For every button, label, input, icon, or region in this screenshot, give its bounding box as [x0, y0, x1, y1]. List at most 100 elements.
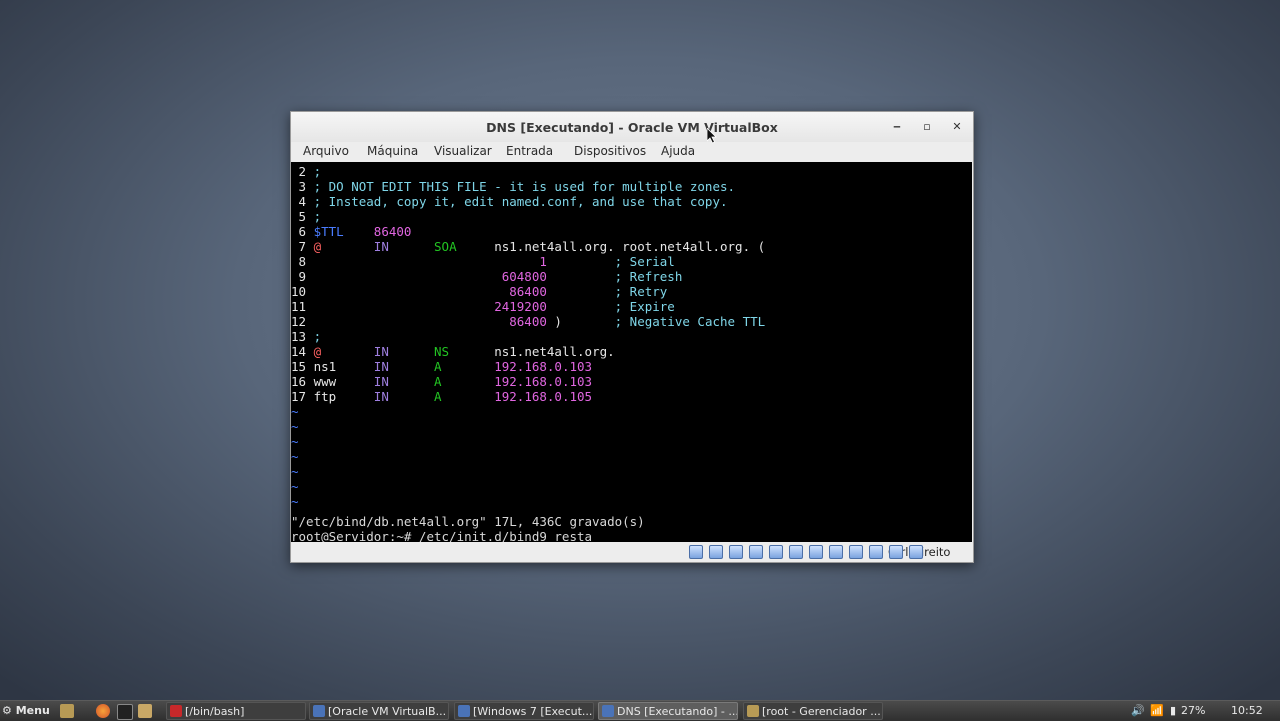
code-token: ns1.net4all.org.: [449, 344, 615, 359]
line-number: 2: [291, 164, 307, 179]
menu-visualizar[interactable]: Visualizar: [434, 144, 492, 158]
line-number: 13: [291, 329, 307, 344]
cpu-icon[interactable]: [869, 545, 883, 559]
folder-icon[interactable]: [138, 704, 152, 718]
vim-line: 13 ;: [291, 329, 321, 344]
code-token: ftp: [306, 389, 337, 404]
code-token: ): [546, 314, 562, 329]
taskbar-task-3[interactable]: [Windows 7 [Execut...: [454, 702, 594, 720]
hard-disk-icon[interactable]: [689, 545, 703, 559]
line-number: 7: [291, 239, 307, 254]
code-token: ; Refresh: [546, 269, 683, 284]
vim-line: 12 86400 ) ; Negative Cache TTL: [291, 314, 765, 329]
vim-empty-line-tilde: ~: [291, 434, 299, 449]
guest-additions-icon[interactable]: [909, 545, 923, 559]
shared-folders-icon[interactable]: [789, 545, 803, 559]
code-token: ; Serial: [546, 254, 675, 269]
menu-arquivo[interactable]: Arquivo: [303, 144, 349, 158]
line-number: 6: [291, 224, 307, 239]
code-token: ; DO NOT EDIT THIS FILE - it is used for…: [306, 179, 736, 194]
menubar: Arquivo Máquina Visualizar Entrada Dispo…: [291, 142, 973, 162]
code-token: ;: [306, 164, 322, 179]
battery-icon[interactable]: ▮: [1170, 704, 1176, 717]
wifi-icon[interactable]: 📶: [1150, 704, 1164, 717]
vim-empty-line-tilde: ~: [291, 464, 299, 479]
network-icon[interactable]: [749, 545, 763, 559]
vim-status-line: "/etc/bind/db.net4all.org" 17L, 436C gra…: [291, 514, 645, 529]
clock[interactable]: 10:52: [1231, 704, 1263, 717]
audio-icon[interactable]: [729, 545, 743, 559]
menu-ajuda[interactable]: Ajuda: [661, 144, 695, 158]
mouse-integration-icon[interactable]: [889, 545, 903, 559]
code-token: A: [388, 389, 442, 404]
usb-icon[interactable]: [769, 545, 783, 559]
taskbar-task-label: [/bin/bash]: [185, 705, 245, 718]
file-manager-icon[interactable]: [60, 704, 74, 718]
code-token: 192.168.0.105: [441, 389, 593, 404]
file-manager-icon: [747, 705, 759, 717]
vim-line: 10 86400 ; Retry: [291, 284, 667, 299]
code-token: IN: [336, 374, 389, 389]
line-number: 9: [291, 269, 307, 284]
close-button[interactable]: ✕: [949, 119, 965, 135]
code-token: A: [388, 374, 442, 389]
virtualbox-window[interactable]: DNS [Executando] - Oracle VM VirtualBox …: [290, 111, 974, 563]
video-capture-icon[interactable]: [829, 545, 843, 559]
code-token: 86400: [306, 314, 547, 329]
vim-line: 17 ftp IN A 192.168.0.105: [291, 389, 592, 404]
code-token: IN: [321, 344, 389, 359]
window-titlebar[interactable]: DNS [Executando] - Oracle VM VirtualBox …: [291, 112, 973, 142]
line-number: 8: [291, 254, 307, 269]
code-token: ; Negative Cache TTL: [561, 314, 766, 329]
vim-empty-line-tilde: ~: [291, 419, 299, 434]
minimize-button[interactable]: ‒: [889, 119, 905, 135]
vim-empty-line-tilde: ~: [291, 479, 299, 494]
virtualbox-icon: [313, 705, 325, 717]
taskbar-task-1[interactable]: [/bin/bash]: [166, 702, 306, 720]
mouse-pointer-icon: [707, 128, 717, 144]
line-number: 5: [291, 209, 307, 224]
optical-drive-icon[interactable]: [709, 545, 723, 559]
code-token: ; Instead, copy it, edit named.conf, and…: [306, 194, 728, 209]
vim-line: 8 1 ; Serial: [291, 254, 675, 269]
maximize-button[interactable]: ▫: [919, 119, 935, 135]
menu-entrada[interactable]: Entrada: [506, 144, 553, 158]
terminal-icon[interactable]: [117, 704, 133, 720]
line-number: 3: [291, 179, 307, 194]
menu-maquina[interactable]: Máquina: [367, 144, 418, 158]
line-number: 17: [291, 389, 307, 404]
vm-terminal-screen[interactable]: "/etc/bind/db.net4all.org" 17L, 436C gra…: [291, 162, 972, 544]
menu-dispositivos[interactable]: Dispositivos: [574, 144, 646, 158]
code-token: IN: [321, 239, 389, 254]
code-token: ns1: [306, 359, 337, 374]
code-token: ;: [306, 329, 322, 344]
code-token: 86400: [306, 284, 547, 299]
firefox-icon[interactable]: [96, 704, 110, 718]
code-token: 86400: [343, 224, 412, 239]
recording-icon[interactable]: [849, 545, 863, 559]
start-menu-button[interactable]: ⚙ Menu: [2, 704, 50, 717]
vim-line: 11 2419200 ; Expire: [291, 299, 675, 314]
vim-line: 3 ; DO NOT EDIT THIS FILE - it is used f…: [291, 179, 736, 194]
vim-line: 16 www IN A 192.168.0.103: [291, 374, 592, 389]
code-token: A: [388, 359, 442, 374]
code-token: www: [306, 374, 337, 389]
code-token: @: [306, 344, 322, 359]
virtualbox-icon: [458, 705, 470, 717]
sound-icon[interactable]: 🔊: [1131, 704, 1145, 717]
vm-statusbar: Ctrl Direito: [291, 542, 973, 562]
vim-empty-line-tilde: ~: [291, 449, 299, 464]
line-number: 11: [291, 299, 307, 314]
code-token: ; Retry: [546, 284, 668, 299]
code-token: 192.168.0.103: [441, 374, 593, 389]
taskbar: ⚙ Menu 🔊 📶 ▮ 27% 10:52 [/bin/bash] [Oracl…: [0, 700, 1280, 721]
code-token: 1: [306, 254, 547, 269]
display-icon[interactable]: [809, 545, 823, 559]
taskbar-task-5[interactable]: [root - Gerenciador ...: [743, 702, 883, 720]
vim-line: 7 @ IN SOA ns1.net4all.org. root.net4all…: [291, 239, 766, 254]
taskbar-task-4[interactable]: DNS [Executando] - ...: [598, 702, 738, 720]
start-menu-label: Menu: [15, 704, 50, 717]
line-number: 12: [291, 314, 307, 329]
taskbar-task-2[interactable]: [Oracle VM VirtualB...: [309, 702, 449, 720]
taskbar-task-label: [Oracle VM VirtualB...: [328, 705, 447, 718]
